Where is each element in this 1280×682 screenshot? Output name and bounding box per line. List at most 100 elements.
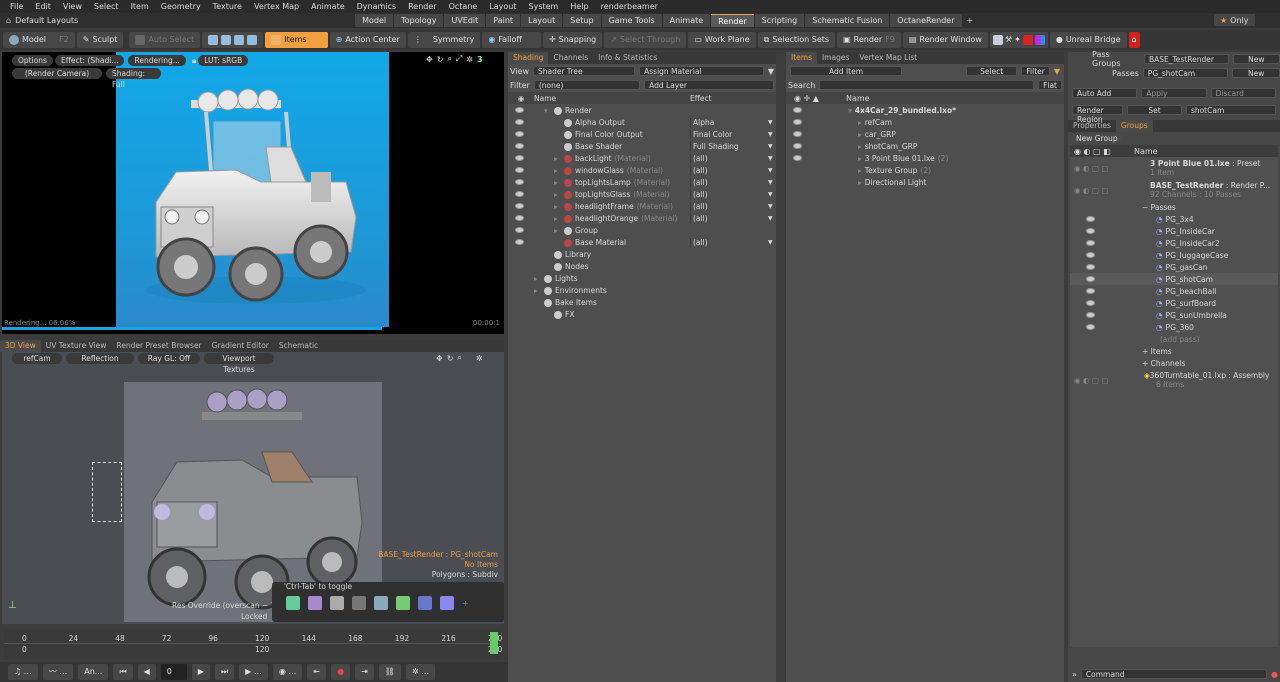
link-button[interactable]: ⛓ [378, 664, 401, 680]
new-pass-button[interactable]: New [1232, 68, 1280, 78]
shader-tree-row[interactable]: Base Material (all) ▼ [508, 236, 776, 248]
group-tool-icon[interactable] [440, 596, 454, 610]
settings-button[interactable]: ✲ … [405, 664, 436, 680]
new-group-button[interactable]: New Group [1072, 134, 1122, 143]
render-window-button[interactable]: ▤ Render Window [902, 32, 988, 48]
expand-arrow-icon[interactable]: ▸ [554, 190, 564, 199]
shader-tree-row[interactable]: ▸ topLightsLamp (Material) (all) ▼ [508, 176, 776, 188]
preset-group-row[interactable]: ◉ ◐ ▢ ▢ 3 Point Blue 01.lxe : Preset 1 I… [1070, 157, 1278, 179]
passes-dropdown[interactable]: PG_shotCam [1142, 68, 1229, 78]
visibility-eye-icon[interactable] [508, 215, 530, 221]
shading-tab-channels[interactable]: Channels [548, 52, 593, 64]
layout-tab-model[interactable]: Model [355, 14, 394, 27]
render-camera-dropdown[interactable]: (Render Camera) [12, 68, 102, 79]
key-options-button[interactable]: ⇥ [355, 664, 374, 680]
discard-button[interactable]: Discard [1210, 88, 1276, 98]
shader-tree-row[interactable]: Library [508, 248, 776, 260]
camera-dropdown[interactable]: refCam [12, 353, 62, 364]
visibility-eye-icon[interactable] [508, 227, 530, 233]
item-tree-row[interactable]: ▸ 3 Point Blue 01.lxe (2) [786, 152, 1064, 164]
shader-tree-row[interactable]: ▸ topLightsGlass (Material) (all) ▼ [508, 188, 776, 200]
item-tree-row[interactable]: ▸ Texture Group (2) [786, 164, 1064, 176]
render-button[interactable]: ▣ Render F9 [837, 32, 901, 48]
viewport-tab-render-preset-browser[interactable]: Render Preset Browser [111, 340, 206, 352]
bend-tool-icon[interactable] [330, 596, 344, 610]
passes-node[interactable]: − Passes [1070, 201, 1278, 213]
visibility-eye-icon[interactable] [508, 155, 530, 161]
viewport-tab-uv-texture-view[interactable]: UV Texture View [41, 340, 112, 352]
shader-item-effect[interactable]: (all) [690, 153, 768, 163]
expand-icon[interactable]: » [1072, 670, 1077, 679]
pass-eye-icon[interactable] [1070, 311, 1156, 320]
viewport-textures-dropdown[interactable]: Viewport Textures [204, 353, 274, 374]
shader-tree-row[interactable]: Alpha Output Alpha ▼ [508, 116, 776, 128]
assign-material-dropdown[interactable]: Assign Material [639, 66, 764, 76]
shader-tree-row[interactable]: FX [508, 308, 776, 320]
viewport-tab-gradient-editor[interactable]: Gradient Editor [207, 340, 274, 352]
shader-tree-row[interactable]: ▸ Lights [508, 272, 776, 284]
effect-dropdown-arrow-icon[interactable]: ▼ [768, 131, 773, 138]
pass-row[interactable]: ◔ PG_surfBoard [1070, 297, 1278, 309]
prev-key-icon[interactable]: ⇤ [307, 664, 327, 680]
expand-arrow-icon[interactable]: ▸ [554, 154, 564, 163]
item-tree-row[interactable]: ▸ refCam [786, 116, 1064, 128]
visibility-eye-icon[interactable] [786, 107, 808, 113]
animation-dropdown[interactable]: An... [78, 664, 109, 680]
panel-tab-properties[interactable]: Properties [1068, 120, 1116, 132]
expand-arrow-icon[interactable]: ▸ [858, 142, 862, 151]
sculpt-tool-icon[interactable] [352, 596, 366, 610]
pass-row[interactable]: ◔ PG_3x4 [1070, 213, 1278, 225]
channels-node[interactable]: + Channels [1070, 357, 1278, 369]
item-tree-row[interactable]: ▸ shotCam_GRP [786, 140, 1064, 152]
menu-layout[interactable]: Layout [483, 0, 522, 13]
renderbeamer-button[interactable]: ⌂ [1128, 32, 1140, 48]
layout-tab-game-tools[interactable]: Game Tools [601, 14, 662, 27]
visibility-eye-icon[interactable] [508, 239, 530, 245]
menu-edit[interactable]: Edit [29, 0, 57, 13]
flat-button[interactable]: Flat [1038, 80, 1062, 90]
layout-tab-setup[interactable]: Setup [563, 14, 601, 27]
graph-button[interactable]: 〰 … [42, 664, 74, 680]
selection-sets-button[interactable]: ⧉ Selection Sets [757, 32, 836, 48]
layout-tab-scripting[interactable]: Scripting [754, 14, 805, 27]
cube-tool-icon[interactable] [286, 596, 300, 610]
menu-select[interactable]: Select [88, 0, 125, 13]
name-column-header[interactable]: Name [1134, 147, 1158, 156]
expand-arrow-icon[interactable]: ▸ [858, 178, 862, 187]
pass-row[interactable]: ◔ PG_luggageCase [1070, 249, 1278, 261]
reflection-dropdown[interactable]: Reflection [66, 353, 134, 364]
layout-tab-octanerender[interactable]: OctaneRender [890, 14, 962, 27]
shading-tab-shading[interactable]: Shading [508, 52, 549, 64]
visibility-eye-icon[interactable] [786, 143, 808, 149]
layout-tab-layout[interactable]: Layout [521, 14, 563, 27]
items-tab-vertex-map-list[interactable]: Vertex Map List [854, 52, 922, 64]
visibility-eye-icon[interactable] [508, 203, 530, 209]
shader-tree-row[interactable]: ▸ backLight (Material) (all) ▼ [508, 152, 776, 164]
view-dropdown[interactable]: Shader Tree [532, 66, 636, 76]
work-plane-button[interactable]: ▭ Work Plane [688, 32, 756, 48]
set-button[interactable]: Set [1127, 105, 1182, 115]
menu-dynamics[interactable]: Dynamics [351, 0, 402, 13]
new-pass-group-button[interactable]: New [1232, 54, 1280, 64]
tool-a-icon[interactable] [992, 35, 1003, 45]
shader-item-effect[interactable]: (all) [690, 177, 768, 187]
unreal-bridge-button[interactable]: ● Unreal Bridge [1049, 32, 1127, 48]
pass-eye-icon[interactable] [1070, 323, 1156, 332]
raygl-dropdown[interactable]: Ray GL: Off [138, 353, 200, 364]
rendering-button[interactable]: Rendering... [128, 55, 186, 66]
edge-mode-icon[interactable] [221, 35, 232, 45]
shader-tree-row[interactable]: Nodes [508, 260, 776, 272]
go-end-button[interactable]: ⏭ [214, 664, 235, 680]
expand-arrow-icon[interactable]: ▸ [554, 166, 564, 175]
zoom-icon[interactable]: ⌕ [457, 353, 461, 363]
shader-tree-row[interactable]: ▸ Group [508, 224, 776, 236]
visibility-eye-icon[interactable] [508, 179, 530, 185]
expand-arrow-icon[interactable]: ▸ [554, 178, 564, 187]
menu-render[interactable]: Render [402, 0, 442, 13]
select-button[interactable]: Select [966, 66, 1018, 76]
symmetry-button[interactable]: ⋮ Symmetry [407, 32, 481, 48]
pass-row[interactable]: ◔ PG_InsideCar2 [1070, 237, 1278, 249]
shader-tree-row[interactable]: ▸ headlightFrame (Material) (all) ▼ [508, 200, 776, 212]
pass-eye-icon[interactable] [1070, 227, 1156, 236]
shader-item-effect[interactable]: Final Color [690, 129, 768, 139]
